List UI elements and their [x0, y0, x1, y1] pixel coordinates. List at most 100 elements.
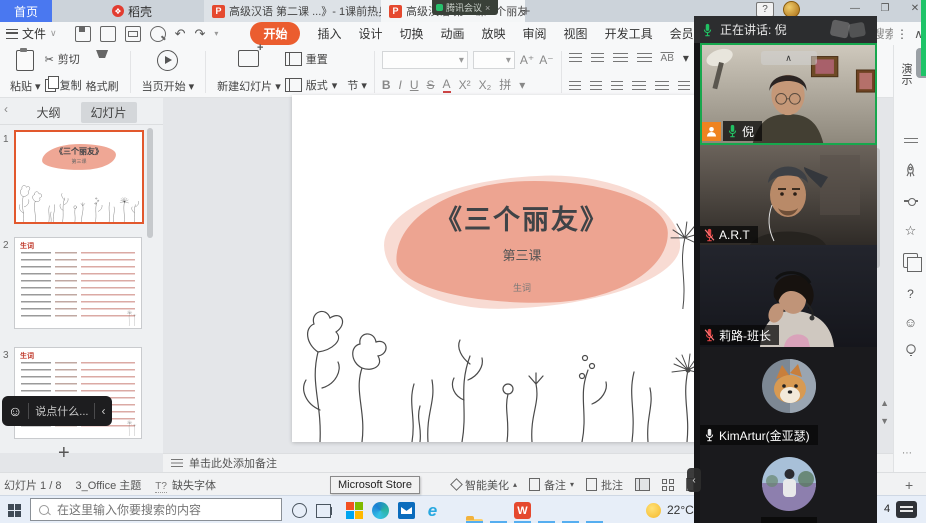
format-painter-button[interactable]: 格式刷	[82, 49, 123, 95]
video-tile-art[interactable]: A.R.T	[700, 145, 877, 245]
more-options-icon[interactable]: ⋮	[896, 27, 908, 41]
print-icon[interactable]	[125, 26, 141, 42]
subscript-button[interactable]: X₂	[479, 78, 492, 92]
tab-review[interactable]: 审阅	[523, 25, 547, 42]
collapse-chat-icon[interactable]: ‹	[101, 404, 105, 418]
cortana-button[interactable]	[292, 503, 307, 518]
strikethrough-button[interactable]: S	[427, 78, 435, 92]
notes-button[interactable]: 备注▾	[529, 477, 574, 493]
microsoft-store-icon[interactable]	[346, 502, 363, 519]
redo-icon[interactable]: ↷	[195, 26, 206, 42]
minimize-button[interactable]: —	[845, 2, 865, 15]
help-button[interactable]: ?	[756, 2, 774, 17]
mail-app-icon[interactable]	[398, 502, 415, 519]
duplicate-window-icon[interactable]	[894, 253, 926, 271]
new-tab-button[interactable]: +	[516, 0, 536, 22]
weather-temperature[interactable]: 22°C	[667, 503, 694, 517]
tab-outline[interactable]: 大纲	[26, 102, 70, 123]
rocket-icon[interactable]	[894, 163, 926, 181]
chat-input-placeholder[interactable]: 说点什么...	[35, 403, 88, 419]
paste-button[interactable]: 粘贴 ▾	[6, 49, 45, 95]
tab-view[interactable]: 视图	[564, 25, 588, 42]
distribute-icon[interactable]	[655, 81, 669, 92]
previous-slide-icon[interactable]: ▲	[880, 398, 889, 408]
align-left-icon[interactable]	[569, 81, 581, 92]
tab-home[interactable]: 首页	[0, 0, 52, 22]
meeting-chat-bubble[interactable]: ☺ 说点什么... ‹	[2, 396, 112, 426]
feedback-icon[interactable]: ☺	[894, 315, 926, 330]
decrease-indent-icon[interactable]	[613, 53, 628, 64]
align-center-icon[interactable]	[590, 81, 602, 92]
line-spacing-icon[interactable]	[678, 81, 690, 92]
tab-docer[interactable]: ❖ 稻壳	[112, 0, 152, 22]
underline-button[interactable]: U	[410, 78, 419, 92]
normal-view-icon[interactable]	[635, 478, 650, 491]
rail-more-dots[interactable]: ⋯	[902, 448, 913, 459]
font-size-select[interactable]: ▾	[473, 51, 515, 69]
tune-settings-icon[interactable]	[894, 195, 926, 207]
video-tile-lilu[interactable]: 莉路-班长	[700, 245, 877, 347]
close-icon[interactable]: ×	[485, 3, 490, 13]
new-slide-button[interactable]: 新建幻灯片 ▾	[213, 49, 285, 95]
start-button[interactable]	[8, 504, 21, 517]
video-tile-ni[interactable]: ∧ 倪	[700, 43, 877, 145]
section-button[interactable]: 节 ▾	[347, 77, 367, 93]
taskbar-search-input[interactable]	[55, 502, 259, 518]
decrease-font-icon[interactable]: A⁻	[539, 53, 553, 67]
print-preview-icon[interactable]	[150, 26, 166, 42]
chevron-down-icon[interactable]: ▾	[214, 29, 218, 38]
task-view-button[interactable]	[316, 504, 331, 518]
wps-office-icon[interactable]: W	[514, 502, 531, 519]
ime-input-icon[interactable]	[896, 501, 917, 518]
sidebar-scrollbar[interactable]	[147, 128, 153, 238]
justify-icon[interactable]	[632, 81, 646, 92]
save-icon[interactable]	[75, 26, 91, 42]
tab-animation[interactable]: 动画	[441, 25, 465, 42]
meeting-window-peek[interactable]: 腾讯会议 ×	[432, 0, 498, 15]
theme-name[interactable]: 3_Office 主题	[75, 477, 141, 493]
align-right-icon[interactable]	[611, 81, 623, 92]
idea-bulb-icon[interactable]	[894, 343, 926, 361]
comments-button[interactable]: 批注	[586, 477, 623, 493]
font-family-select[interactable]: ▾	[382, 51, 468, 69]
drag-handle-icon[interactable]	[894, 133, 926, 147]
bold-button[interactable]: B	[382, 78, 391, 92]
next-slide-icon[interactable]: ▼	[880, 416, 889, 426]
weather-sun-icon[interactable]	[646, 503, 661, 518]
internet-explorer-icon[interactable]: e	[424, 502, 441, 519]
slide-sorter-view-icon[interactable]	[662, 479, 674, 491]
tab-insert[interactable]: 插入	[317, 25, 341, 42]
play-from-current-button[interactable]: 当页开始 ▾	[138, 49, 199, 95]
tab-slideshow[interactable]: 放映	[482, 25, 506, 42]
layout-button[interactable]: 版式 ▾ 节 ▾	[285, 77, 367, 93]
slide-canvas[interactable]: 《三个丽友》 第三课 生词	[292, 95, 752, 442]
tab-design[interactable]: 设计	[358, 25, 382, 42]
video-tile-kimartur[interactable]: KimArtur(金亚瑟)	[700, 347, 877, 445]
text-direction-icon[interactable]: AB	[661, 53, 674, 64]
help-icon[interactable]: ?	[894, 287, 926, 301]
superscript-button[interactable]: X²	[459, 78, 471, 92]
tab-transition[interactable]: 切换	[399, 25, 423, 42]
smart-beautify-button[interactable]: 智能美化▴	[452, 477, 517, 493]
file-menu[interactable]: 文件 ∨	[0, 25, 65, 42]
copy-button[interactable]: 复制	[45, 77, 82, 93]
video-tile-partial[interactable]	[700, 445, 877, 523]
add-slide-button[interactable]: +	[58, 442, 70, 465]
previous-page-arrow[interactable]: ‹	[687, 468, 701, 492]
missing-font-indicator[interactable]: T? 缺失字体	[155, 477, 216, 493]
tab-slides[interactable]: 幻灯片	[81, 102, 137, 123]
restore-button[interactable]: ❐	[875, 2, 895, 15]
increase-indent-icon[interactable]	[637, 53, 652, 64]
document-tab-1[interactable]: P 高级汉语 第二课 ...》- 1课前热身 •	[204, 0, 397, 22]
bullet-list-icon[interactable]	[569, 53, 582, 64]
increase-font-icon[interactable]: A⁺	[520, 53, 534, 67]
zoom-in-button[interactable]: +	[905, 477, 913, 493]
tab-developer[interactable]: 开发工具	[605, 25, 653, 42]
pinyin-guide-button[interactable]: 拼	[499, 76, 511, 93]
numbered-list-icon[interactable]	[591, 53, 604, 64]
slide-thumbnail-1[interactable]: 《三个丽友》 第三课	[14, 130, 144, 224]
export-icon[interactable]	[100, 26, 116, 42]
italic-button[interactable]: I	[399, 78, 402, 92]
reset-button[interactable]: 重置	[285, 51, 367, 67]
undo-icon[interactable]: ↶	[175, 26, 186, 42]
